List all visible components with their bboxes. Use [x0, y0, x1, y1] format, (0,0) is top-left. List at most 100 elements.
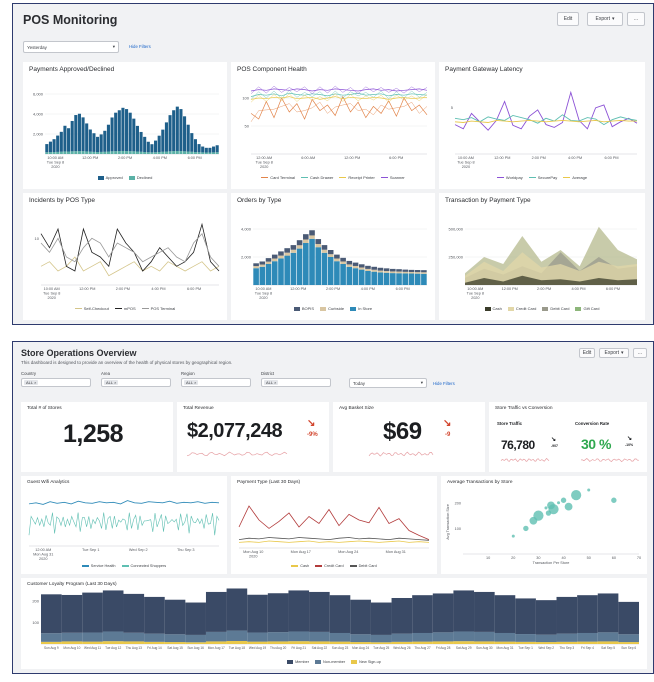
bar-0 — [96, 152, 100, 154]
legend-label: Cash — [300, 564, 310, 568]
bar-2 — [556, 596, 578, 634]
legend-swatch — [74, 307, 82, 310]
transaction-chart: 500,000 250,000 10:00 AMTue Sep 82020 12:00… — [449, 227, 637, 300]
legend-swatch — [528, 176, 536, 179]
panel-component-health: POS Component Health 100 50 12:00 AM Tue Se… — [231, 62, 435, 189]
x-tick-label: 6:00 PM — [396, 287, 410, 291]
bar-1 — [618, 634, 639, 643]
bar-2 — [391, 597, 413, 634]
bar-1 — [183, 116, 187, 152]
bar-1 — [284, 252, 290, 256]
kpi-title: Total # of Stores — [27, 406, 62, 411]
more-button[interactable]: ... — [633, 348, 647, 358]
filter-region[interactable]: ALL × — [181, 378, 251, 387]
x-tick-label: Tue Sep 8 — [47, 161, 64, 165]
legend-swatch — [121, 565, 129, 567]
bar-1 — [453, 631, 475, 642]
chart-legend: Card Terminal Cash Drawer Receipt Printe… — [231, 175, 435, 180]
sparkline — [186, 451, 288, 457]
bar-0 — [63, 151, 67, 154]
export-button[interactable]: Export ▾ — [587, 12, 623, 26]
x-tick-label: 6:00 PM — [188, 156, 202, 160]
bar-0 — [494, 641, 516, 644]
y-tick-label: 250,000 — [449, 255, 464, 260]
chart-legend: Approved Declined — [23, 175, 227, 180]
bar-0 — [157, 152, 161, 154]
sparkline — [500, 457, 550, 463]
bar-0 — [271, 261, 278, 285]
bar-1 — [535, 634, 557, 643]
bar-1 — [296, 245, 303, 249]
hide-filters-link[interactable]: Hide Filters — [129, 44, 151, 49]
panel-gateway-latency: Payment Gateway Latency 5 10:00 AM Tue Sep… — [439, 62, 645, 189]
legend-swatch — [293, 306, 300, 311]
sparkline — [581, 458, 640, 463]
bar-1 — [143, 136, 147, 153]
bar-2 — [303, 234, 309, 240]
bar-0 — [88, 151, 92, 154]
edit-button[interactable]: Edit — [579, 348, 595, 358]
bar-0 — [144, 641, 165, 644]
bar-1 — [144, 633, 165, 642]
legend-label: Self-Checkout — [83, 306, 109, 311]
time-range-value: Today — [353, 380, 366, 386]
legend-label: Non-member — [323, 660, 346, 664]
bar-2 — [205, 591, 227, 632]
filter-country[interactable]: ALL × — [21, 378, 91, 387]
bar-1 — [377, 270, 384, 273]
filter-label-country: Country — [21, 371, 37, 376]
x-tick-label: 12:00 PM — [79, 287, 95, 291]
legend-label: New Sign-up — [359, 660, 381, 664]
x-tick-label: 2020 — [249, 555, 257, 559]
scatter-point — [523, 525, 529, 532]
edit-button[interactable]: Edit — [557, 12, 579, 26]
bar-1 — [154, 140, 158, 153]
bar-1 — [102, 631, 124, 642]
bar-1 — [309, 235, 315, 239]
x-tick-label: 40 — [561, 556, 565, 560]
bar-2 — [402, 269, 409, 272]
bar-0 — [186, 151, 190, 154]
x-tick-label: 12:00 PM — [290, 287, 306, 291]
x-tick-label: 2020 — [462, 165, 470, 169]
bar-2 — [597, 593, 619, 633]
bar-2 — [414, 270, 421, 273]
legend-swatch — [339, 176, 347, 179]
filter-district[interactable]: ALL × — [261, 378, 331, 387]
bar-0 — [365, 271, 371, 285]
hide-filters-link[interactable]: Hide Filters — [433, 381, 455, 386]
x-tick-label: 10:00 AM — [458, 156, 474, 160]
time-range-select[interactable]: Today ▾ — [349, 378, 427, 388]
filter-area[interactable]: ALL × — [101, 378, 171, 387]
export-button[interactable]: Export ▾ — [599, 348, 629, 358]
chart-legend: Cash Credit Card Debit Card — [231, 564, 437, 568]
more-button[interactable]: ... — [627, 12, 645, 26]
legend-label: Gift Card — [583, 306, 600, 311]
legend-swatch — [380, 176, 388, 179]
bar-2 — [278, 251, 284, 256]
panel-payment-type: Payment Type (Last 30 Days) Mon Aug 10 20… — [231, 476, 437, 574]
bar-0 — [52, 152, 56, 154]
series-line — [40, 256, 220, 277]
legend-label: Debit Card — [550, 306, 570, 311]
legend-swatch — [81, 565, 89, 567]
bar-0 — [128, 151, 132, 154]
bar-2 — [396, 269, 402, 272]
bar-0 — [226, 640, 248, 644]
x-tick-label: 70 — [637, 556, 641, 560]
bar-1 — [92, 133, 96, 152]
bar-1 — [288, 631, 310, 642]
series-line — [238, 505, 430, 540]
bar-1 — [327, 254, 334, 257]
legend-swatch — [128, 175, 135, 180]
bar-0 — [172, 151, 176, 154]
bar-2 — [421, 270, 427, 273]
bar-1 — [259, 264, 266, 267]
bar-1 — [515, 634, 536, 642]
time-range-select[interactable]: Yesterday ▾ — [23, 41, 119, 53]
bar-1 — [179, 109, 183, 152]
gateway-latency-chart: 5 10:00 AMTue Sep 82020 12:00 PM 2:00 PM 4:0… — [451, 90, 638, 169]
bar-0 — [474, 641, 495, 644]
chart-legend: Cash Credit Card Debit Card Gift Card — [439, 306, 645, 311]
x-tick-label: Mon Aug 10 — [63, 646, 80, 650]
